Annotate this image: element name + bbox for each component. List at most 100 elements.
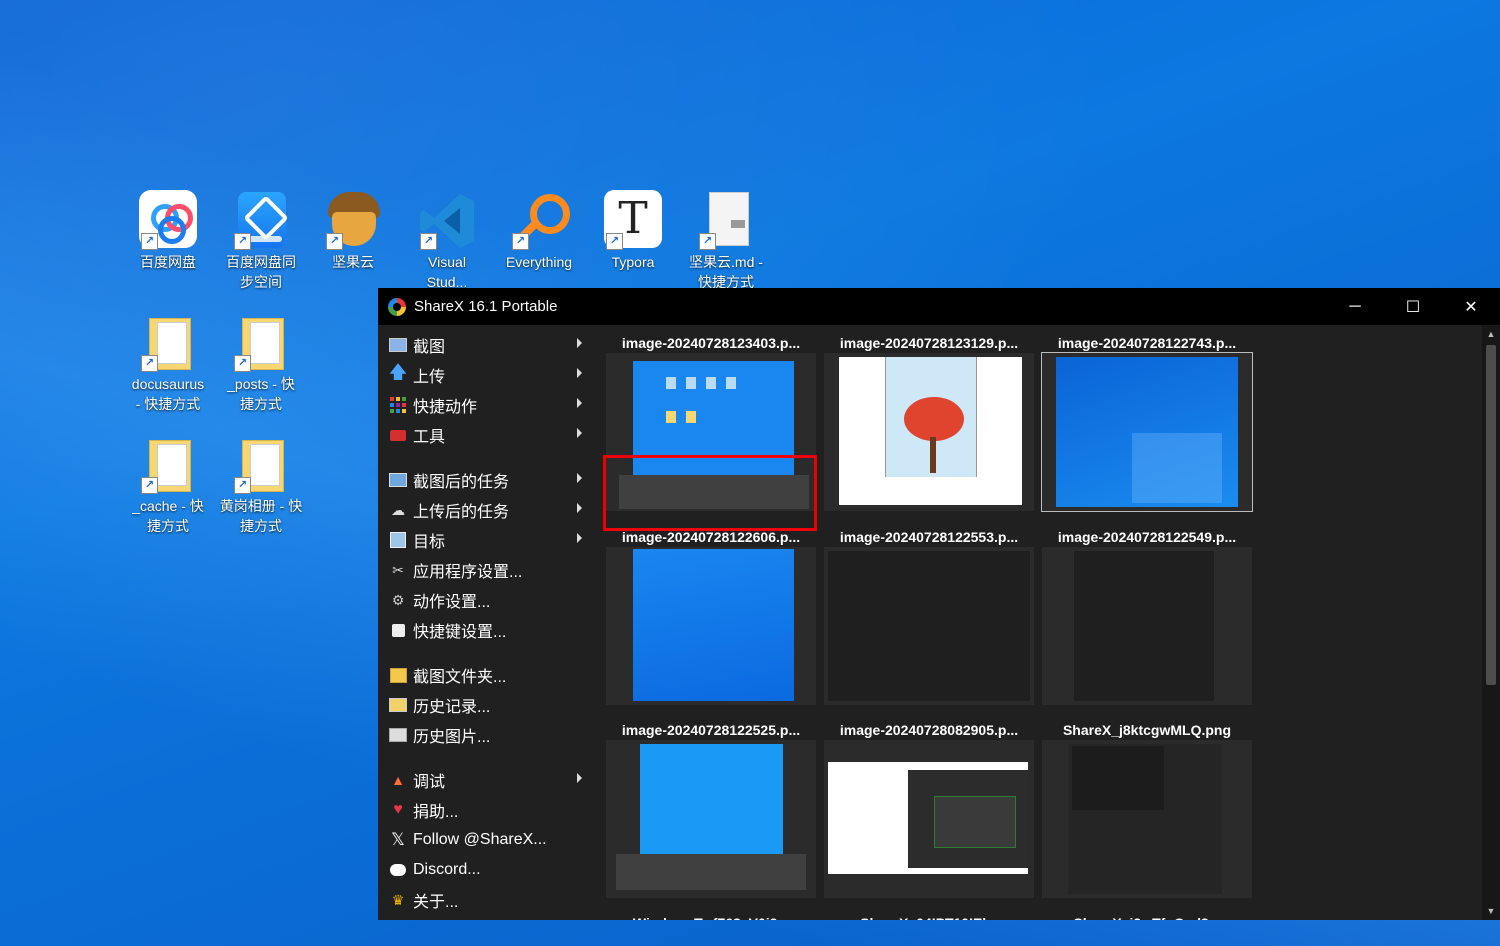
menu-item-upload[interactable]: 🡅 上传 bbox=[378, 360, 596, 390]
monitor-icon bbox=[388, 470, 408, 490]
desktop-icon-vscode[interactable]: ↗ Visual Stud... bbox=[401, 190, 493, 292]
menu-item-about[interactable]: ♛ 关于... bbox=[378, 885, 596, 915]
maximize-button[interactable]: ☐ bbox=[1384, 288, 1442, 325]
menu-item-workflows[interactable]: 快捷动作 bbox=[378, 390, 596, 420]
desktop-icon-album[interactable]: ↗ 黄岗相册 - 快 捷方式 bbox=[215, 434, 307, 536]
thumbnail-tile[interactable]: ShareX_04IPT10IEl... bbox=[824, 905, 1034, 920]
baidu-sync-icon: ↗ bbox=[230, 190, 292, 252]
desktop-icon-label: Everything bbox=[505, 254, 573, 270]
thumbnail-tile[interactable]: image-20240728122606.p... bbox=[606, 519, 816, 705]
folder-shortcut-icon: ↗ bbox=[137, 312, 199, 374]
thumbnail-name: image-20240728123403.p... bbox=[621, 335, 801, 351]
upload-arrow-icon: 🡅 bbox=[388, 362, 408, 382]
desktop-icon-typora[interactable]: T ↗ Typora bbox=[587, 190, 679, 272]
scrollbar-thumb[interactable] bbox=[1486, 345, 1496, 685]
thumbnail-image[interactable] bbox=[606, 740, 816, 898]
menu-item-destinations[interactable]: 目标 bbox=[378, 525, 596, 555]
desktop-icon-markdown-file[interactable]: ↗ 坚果云.md - 快捷方式 bbox=[680, 190, 772, 292]
title-bar[interactable]: ShareX 16.1 Portable ─ ☐ ✕ bbox=[378, 288, 1500, 325]
menu-item-label: 截图 bbox=[413, 339, 446, 356]
thumbnail-name: image-20240728082905.p... bbox=[839, 722, 1019, 738]
thumbnail-image[interactable] bbox=[1042, 740, 1252, 898]
menu-item-label: 关于... bbox=[413, 894, 459, 911]
thumbnail-image[interactable] bbox=[824, 740, 1034, 898]
menu-item-screenshots-folder[interactable]: 截图文件夹... bbox=[378, 660, 596, 690]
desktop-icon-label: _cache - 快 捷方式 bbox=[132, 498, 204, 534]
folder-shortcut-icon: ↗ bbox=[230, 434, 292, 496]
thumbnail-name: image-20240728122525.p... bbox=[621, 722, 801, 738]
window-title: ShareX 16.1 Portable bbox=[414, 298, 558, 315]
cloud-upload-icon: ☁ bbox=[391, 501, 405, 518]
menu-item-label: 上传后的任务 bbox=[413, 504, 510, 521]
target-icon bbox=[388, 530, 408, 550]
menu-item-app-settings[interactable]: ✂ 应用程序设置... bbox=[378, 555, 596, 585]
everything-search-icon: ↗ bbox=[508, 190, 570, 252]
minimize-button[interactable]: ─ bbox=[1326, 288, 1384, 325]
menu-item-debug[interactable]: ▲ 调试 bbox=[378, 765, 596, 795]
shortcut-arrow-icon: ↗ bbox=[420, 233, 437, 250]
menu-separator bbox=[378, 750, 596, 765]
menu-item-label: Follow @ShareX... bbox=[413, 831, 547, 848]
desktop-icon-baidu-sync[interactable]: ↗ 百度网盘同 步空间 bbox=[215, 190, 307, 292]
thumbnail-tile[interactable]: image-20240728122549.p... bbox=[1042, 519, 1252, 705]
thumbnail-tile[interactable]: image-20240728122525.p... bbox=[606, 712, 816, 898]
close-button[interactable]: ✕ bbox=[1442, 288, 1500, 325]
menu-item-label: 动作设置... bbox=[413, 594, 491, 611]
desktop-icon-docusaurus[interactable]: ↗ docusaurus - 快捷方式 bbox=[122, 312, 214, 414]
menu-item-capture[interactable]: 截图 bbox=[378, 330, 596, 360]
gear-icon: ⚙ bbox=[391, 591, 405, 608]
menu-item-discord[interactable]: Discord... bbox=[378, 855, 596, 885]
thumbnail-tile[interactable]: image-20240728082905.p... bbox=[824, 712, 1034, 898]
desktop-icon-cache[interactable]: ↗ _cache - 快 捷方式 bbox=[122, 434, 214, 536]
grid-icon bbox=[388, 395, 408, 415]
thumbnail-tile[interactable]: image-20240728123129.p... bbox=[824, 325, 1034, 511]
thumbnail-name: ShareX_j8ktcgwMLQ.png bbox=[1062, 722, 1232, 738]
desktop-icon-baidu-netdisk[interactable]: ↗ 百度网盘 bbox=[122, 190, 214, 272]
thumbnail-image[interactable] bbox=[606, 547, 816, 705]
menu-item-label: 调试 bbox=[413, 774, 446, 791]
thumbnail-tile[interactable]: WindowsT...f763_V0i2... bbox=[606, 905, 816, 920]
shortcut-arrow-icon: ↗ bbox=[512, 233, 529, 250]
camera-icon bbox=[388, 335, 408, 355]
thumbnail-image[interactable] bbox=[824, 547, 1034, 705]
folder-shortcut-icon: ↗ bbox=[137, 434, 199, 496]
submenu-arrow-icon bbox=[577, 428, 582, 438]
scroll-up-icon[interactable]: ▲ bbox=[1482, 325, 1500, 343]
scroll-down-icon[interactable]: ▼ bbox=[1482, 902, 1500, 920]
menu-item-after-capture[interactable]: 截图后的任务 bbox=[378, 465, 596, 495]
menu-item-after-upload[interactable]: ☁ 上传后的任务 bbox=[378, 495, 596, 525]
thumbnail-image[interactable] bbox=[824, 353, 1034, 511]
desktop-icon-posts[interactable]: ↗ _posts - 快 捷方式 bbox=[215, 312, 307, 414]
menu-item-label: Discord... bbox=[413, 861, 481, 878]
desktop-icon-nutstore[interactable]: ↗ 坚果云 bbox=[307, 190, 399, 272]
thumbnail-tile[interactable]: ShareX_i2wTfnOsd3... bbox=[1042, 905, 1252, 920]
highlight-box bbox=[603, 455, 817, 531]
menu-item-image-history[interactable]: 历史图片... bbox=[378, 720, 596, 750]
thumbnail-tile[interactable]: image-20240728122553.p... bbox=[824, 519, 1034, 705]
menu-item-tools[interactable]: 工具 bbox=[378, 420, 596, 450]
thumbnail-name: image-20240728122549.p... bbox=[1057, 529, 1237, 545]
desktop-icon-label: 百度网盘 bbox=[140, 254, 196, 270]
menu-item-label: 快捷动作 bbox=[413, 399, 478, 416]
thumbnail-name: ShareX_04IPT10IEl... bbox=[824, 905, 1034, 920]
desktop-icon-label: 坚果云 bbox=[332, 254, 374, 270]
vscode-icon: ↗ bbox=[416, 190, 478, 252]
menu-item-task-settings[interactable]: ⚙ 动作设置... bbox=[378, 585, 596, 615]
folder-shortcut-icon: ↗ bbox=[230, 312, 292, 374]
menu-separator bbox=[378, 645, 596, 660]
desktop-icon-everything[interactable]: ↗ Everything bbox=[493, 190, 585, 272]
desktop-icon-label: 百度网盘同 步空间 bbox=[226, 254, 296, 290]
thumbnail-tile[interactable]: ShareX_j8ktcgwMLQ.png bbox=[1042, 712, 1252, 898]
menu-item-label: 历史记录... bbox=[413, 699, 491, 716]
sharex-window: ShareX 16.1 Portable ─ ☐ ✕ 截图 🡅 上传 快捷动作 bbox=[378, 288, 1500, 920]
menu-item-hotkey-settings[interactable]: 快捷键设置... bbox=[378, 615, 596, 645]
vertical-scrollbar[interactable]: ▲ ▼ bbox=[1482, 325, 1500, 920]
thumbnail-image[interactable] bbox=[1042, 547, 1252, 705]
menu-item-history[interactable]: 历史记录... bbox=[378, 690, 596, 720]
thumbnail-image[interactable] bbox=[1041, 352, 1253, 512]
menu-item-donate[interactable]: ♥ 捐助... bbox=[378, 795, 596, 825]
desktop-icon-label: 坚果云.md - 快捷方式 bbox=[689, 254, 763, 290]
menu-item-label: 截图文件夹... bbox=[413, 669, 507, 686]
menu-item-follow-x[interactable]: 𝕏 Follow @ShareX... bbox=[378, 825, 596, 855]
thumbnail-tile-selected[interactable]: image-20240728122743.p... bbox=[1041, 325, 1253, 512]
